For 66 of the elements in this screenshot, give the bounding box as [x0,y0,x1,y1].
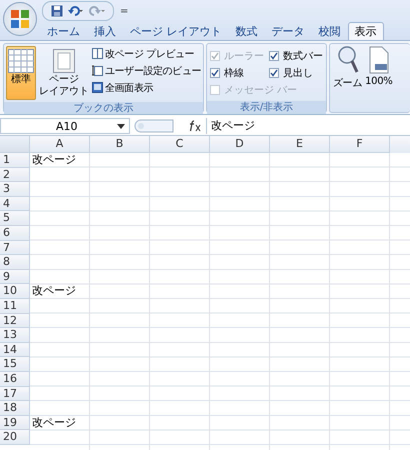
screen-icon [92,82,103,93]
column-header[interactable]: E [270,136,330,153]
checkbox-label[interactable]: 見出し [283,66,314,80]
ribbon-tab[interactable]: データ [264,22,312,40]
row-header[interactable]: 4 [0,196,30,212]
function-icon[interactable] [188,120,202,132]
row-header[interactable]: 14 [0,342,30,358]
row-header[interactable]: 2 [0,168,30,182]
row-header[interactable]: 13 [0,328,30,343]
table-cell-text: 改ページ [31,284,77,299]
ribbon-tab[interactable]: ホーム [40,22,87,40]
column-header[interactable]: B [90,136,150,153]
checkbox[interactable] [269,50,280,60]
table-cell-text: 改ページ [31,416,77,430]
row-header[interactable]: 10 [0,284,30,299]
checkbox[interactable] [210,68,220,78]
row-header[interactable]: 19 [0,416,30,430]
view-option-button[interactable]: 全画面表示 [92,80,202,95]
ribbon-tab[interactable]: 表示 [348,22,384,40]
zoom-button[interactable]: ズーム [332,46,364,110]
view-icon [92,65,103,76]
column-header[interactable]: C [150,136,210,153]
table-cell-text: 改ページ [31,153,77,168]
row-header[interactable]: 17 [0,386,30,402]
magnifier-icon [336,46,359,74]
view-button[interactable]: 標準 [6,46,36,100]
customize-toolbar-button[interactable]: = [120,6,128,16]
checkbox-label[interactable]: 数式バー [283,48,324,62]
resize-handle-icon[interactable] [134,119,174,133]
group-label: 表示/非表示 [207,101,326,114]
row-header[interactable]: 8 [0,255,30,270]
row-header[interactable]: 3 [0,182,30,197]
row-header[interactable]: 1 [0,153,30,168]
name-box[interactable]: A10 [0,118,130,134]
page-icon [368,46,389,74]
ribbon-tab[interactable]: ページ レイアウト [123,22,228,40]
view-option-button[interactable]: 改ページ プレビュー [92,46,202,61]
checkbox-label[interactable]: 枠線 [224,66,244,80]
page-icon [92,48,103,59]
zoom-button[interactable]: 100% [364,46,394,110]
row-header[interactable]: 11 [0,298,30,314]
column-header[interactable]: A [30,136,90,153]
office-logo-icon[interactable] [3,2,37,36]
row-header[interactable]: 12 [0,314,30,328]
row-header[interactable]: 9 [0,270,30,284]
checkbox[interactable] [269,68,280,78]
row-header[interactable]: 15 [0,357,30,372]
grid-icon [8,49,34,73]
group-label: ブックの表示 [4,102,204,114]
row-header[interactable]: 20 [0,430,30,445]
column-header[interactable]: D [210,136,270,153]
ribbon-tab[interactable]: 挿入 [87,22,123,40]
ribbon-tab[interactable]: 数式 [228,22,264,40]
row-header[interactable]: 5 [0,211,30,226]
column-header[interactable]: F [330,136,390,153]
ribbon-tab[interactable]: 校閲 [312,22,348,40]
view-option-button[interactable]: ユーザー設定のビュー [92,63,202,78]
formula-field[interactable]: 改ページ [206,118,410,134]
row-header[interactable]: 18 [0,401,30,416]
undo-icon[interactable] [68,5,84,17]
save-icon[interactable] [51,5,63,17]
page-icon [53,49,75,73]
row-header[interactable]: 7 [0,240,30,256]
row-header[interactable]: 16 [0,372,30,386]
view-button[interactable]: ページ レイアウト [37,46,91,100]
row-header[interactable]: 6 [0,226,30,241]
